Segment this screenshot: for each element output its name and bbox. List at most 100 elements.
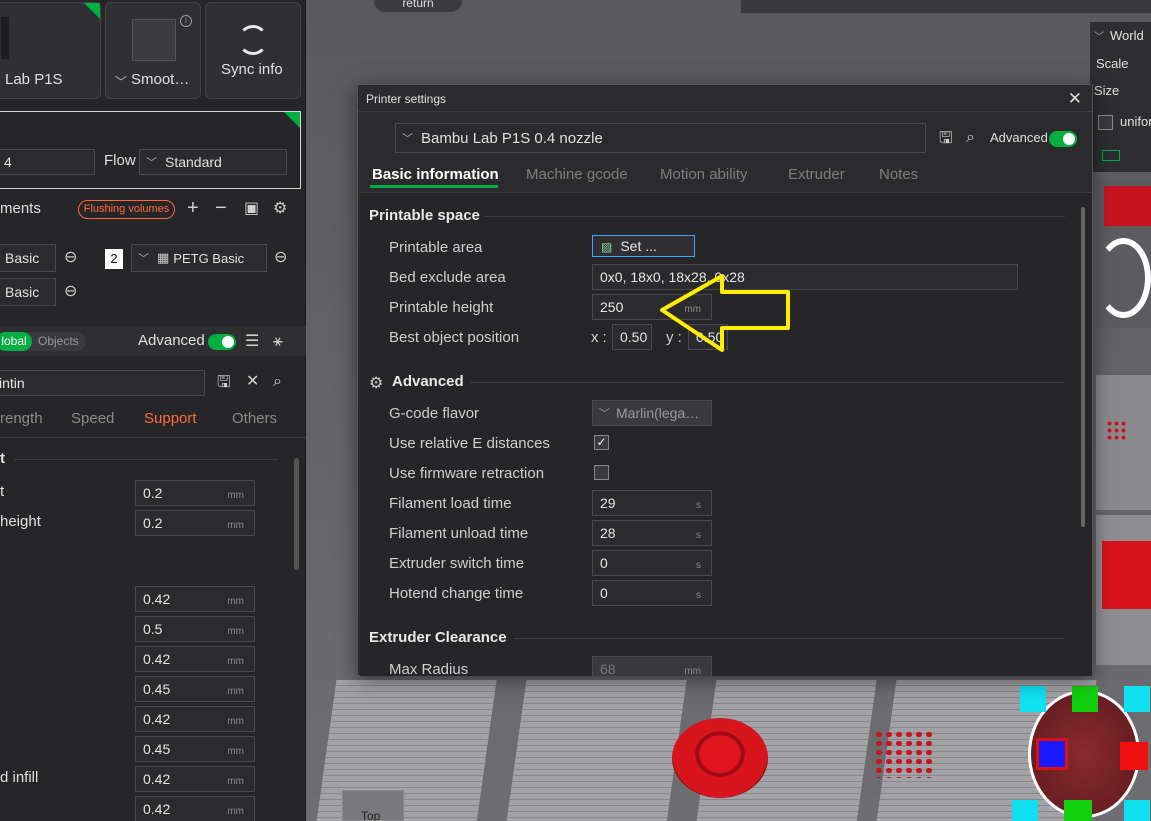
filaments-heading: ments [0,200,41,217]
nozzle-select[interactable]: 4 [0,149,95,175]
gizmo-cube-red[interactable] [1120,742,1148,770]
more-options-icon[interactable]: ⊖ [274,250,287,266]
preset-select[interactable]: ﹀ Bambu Lab P1S 0.4 nozzle [395,123,926,153]
save-icon[interactable]: 🖫 [217,375,231,391]
mode-global[interactable]: lobal [0,332,32,351]
keyboard-icon[interactable] [1102,150,1120,161]
setting-unit: mm [227,656,244,667]
return-button[interactable]: return [374,0,462,12]
remove-icon[interactable]: − [215,198,227,218]
bed-exclude-label: Bed exclude area [389,269,506,286]
close-icon[interactable]: ✕ [246,374,259,390]
advanced-toggle[interactable] [208,334,236,350]
section-divider [514,638,1065,639]
gizmo-cube-cyan[interactable] [1020,686,1046,712]
gizmo-cube-green[interactable] [1064,800,1092,821]
setting-value: 0.45 [143,681,171,697]
tab-speed[interactable]: Speed [71,410,114,427]
gizmo-cube-blue[interactable] [1036,738,1068,770]
filament-2-select[interactable]: ﹀ ▦ PETG Basic [131,244,267,272]
filament-1-select[interactable]: Basic [0,244,56,272]
filament-load-input[interactable]: 29 s [592,490,712,516]
uniform-checkbox[interactable] [1098,115,1113,130]
tab-strength[interactable]: rength [0,410,43,427]
tab-machine-gcode[interactable]: Machine gcode [526,166,628,183]
tab-motion-ability[interactable]: Motion ability [660,166,748,183]
setting-value-input[interactable]: 0.42 mm [135,586,255,612]
coord-select[interactable]: ﹀ World [1094,28,1144,43]
section-divider [14,459,278,460]
flow-select[interactable]: ﹀ Standard [139,149,287,175]
setting-value-input[interactable]: 0.42 mm [135,706,255,732]
setting-value-input[interactable]: 0.5 mm [135,616,255,642]
printable-space-heading: Printable space [369,207,480,224]
setting-label: height [0,513,41,530]
more-options-icon[interactable]: ⊖ [64,284,77,300]
relative-e-checkbox[interactable]: ✓ [594,435,609,450]
setting-value-input[interactable]: 0.42 mm [135,766,255,792]
sync-info-button[interactable]: Sync info [205,2,301,99]
add-icon[interactable]: + [187,198,199,218]
mode-toggle[interactable]: lobal Objects [0,332,86,351]
save-icon[interactable]: 🖫 [939,131,953,147]
section-divider [470,382,1065,383]
flushing-volumes-button[interactable]: Flushing volumes [78,200,175,219]
chevron-down-icon: ﹀ [115,75,128,89]
list-icon[interactable]: ☰ [245,334,259,350]
red-button-model[interactable] [672,718,768,798]
plate-thumbnail-icon [132,19,176,61]
filament-3-select[interactable]: Basic [0,278,56,306]
set-printable-area-button[interactable]: ▨ Set ... [592,235,695,257]
filament-icon: ▦ [157,250,170,265]
gear-icon[interactable]: ⚙ [273,201,287,217]
dots-model[interactable] [874,730,936,778]
filament-unload-input[interactable]: 28 s [592,520,712,546]
view-cube[interactable]: Top [342,790,404,821]
printer-card[interactable]: Lab P1S [0,2,101,99]
bed-exclude-input[interactable]: 0x0, 18x0, 18x28, 0x28 [592,264,1018,290]
extruder-clearance-heading: Extruder Clearance [369,629,507,646]
settings-search-input[interactable]: intin [0,370,205,396]
setting-label: t [0,483,5,500]
close-icon[interactable]: ✕ [1068,89,1082,109]
gizmo-cube-cyan[interactable] [1124,686,1150,712]
settings-scrollbar[interactable] [294,458,299,570]
gizmo-cube-cyan[interactable] [1124,800,1150,821]
printable-area-label: Printable area [389,239,483,256]
tab-notes[interactable]: Notes [879,166,918,183]
best-position-x-input[interactable]: 0.50 [612,324,652,350]
tab-others[interactable]: Others [232,410,277,427]
info-icon[interactable]: i [180,15,192,27]
setting-unit: mm [227,776,244,787]
content-scrollbar[interactable] [1081,207,1085,527]
setting-value-input[interactable]: 0.2 mm [135,480,255,506]
gizmo-cube-green[interactable] [1072,686,1098,712]
setting-value-input[interactable]: 0.42 mm [135,796,255,821]
build-plate[interactable] [505,680,687,821]
plate-card[interactable]: i ﹀ Smoot… [105,2,201,99]
mode-objects[interactable]: Objects [38,334,79,348]
tab-support[interactable]: Support [144,410,197,427]
search-icon[interactable]: ⌕ [273,374,282,390]
setting-value: 0.2 [143,485,163,501]
compare-icon[interactable]: ⚹ [273,334,283,350]
hotend-change-input[interactable]: 0s [592,580,712,606]
x-label: x : [591,329,607,346]
advanced-toggle[interactable] [1049,131,1077,147]
setting-value-input[interactable]: 0.45 mm [135,736,255,762]
filament-sync-icon[interactable]: ▣ [244,201,259,217]
firmware-retraction-checkbox[interactable] [594,465,609,480]
search-icon[interactable]: ⌕ [966,130,975,146]
setting-unit: mm [227,716,244,727]
nozzle-flow-box: 4 Flow ﹀ Standard [0,111,301,189]
tab-basic-information[interactable]: Basic information [372,166,499,183]
setting-label: d infill [0,769,39,786]
gizmo-cube-cyan[interactable] [1012,800,1038,821]
more-options-icon[interactable]: ⊖ [64,250,77,266]
extruder-switch-input[interactable]: 0s [592,550,712,576]
setting-value-input[interactable]: 0.45 mm [135,676,255,702]
setting-value-input[interactable]: 0.2 mm [135,510,255,536]
model-preview-mid [1096,375,1151,510]
tab-extruder[interactable]: Extruder [788,166,845,183]
setting-value-input[interactable]: 0.42 mm [135,646,255,672]
